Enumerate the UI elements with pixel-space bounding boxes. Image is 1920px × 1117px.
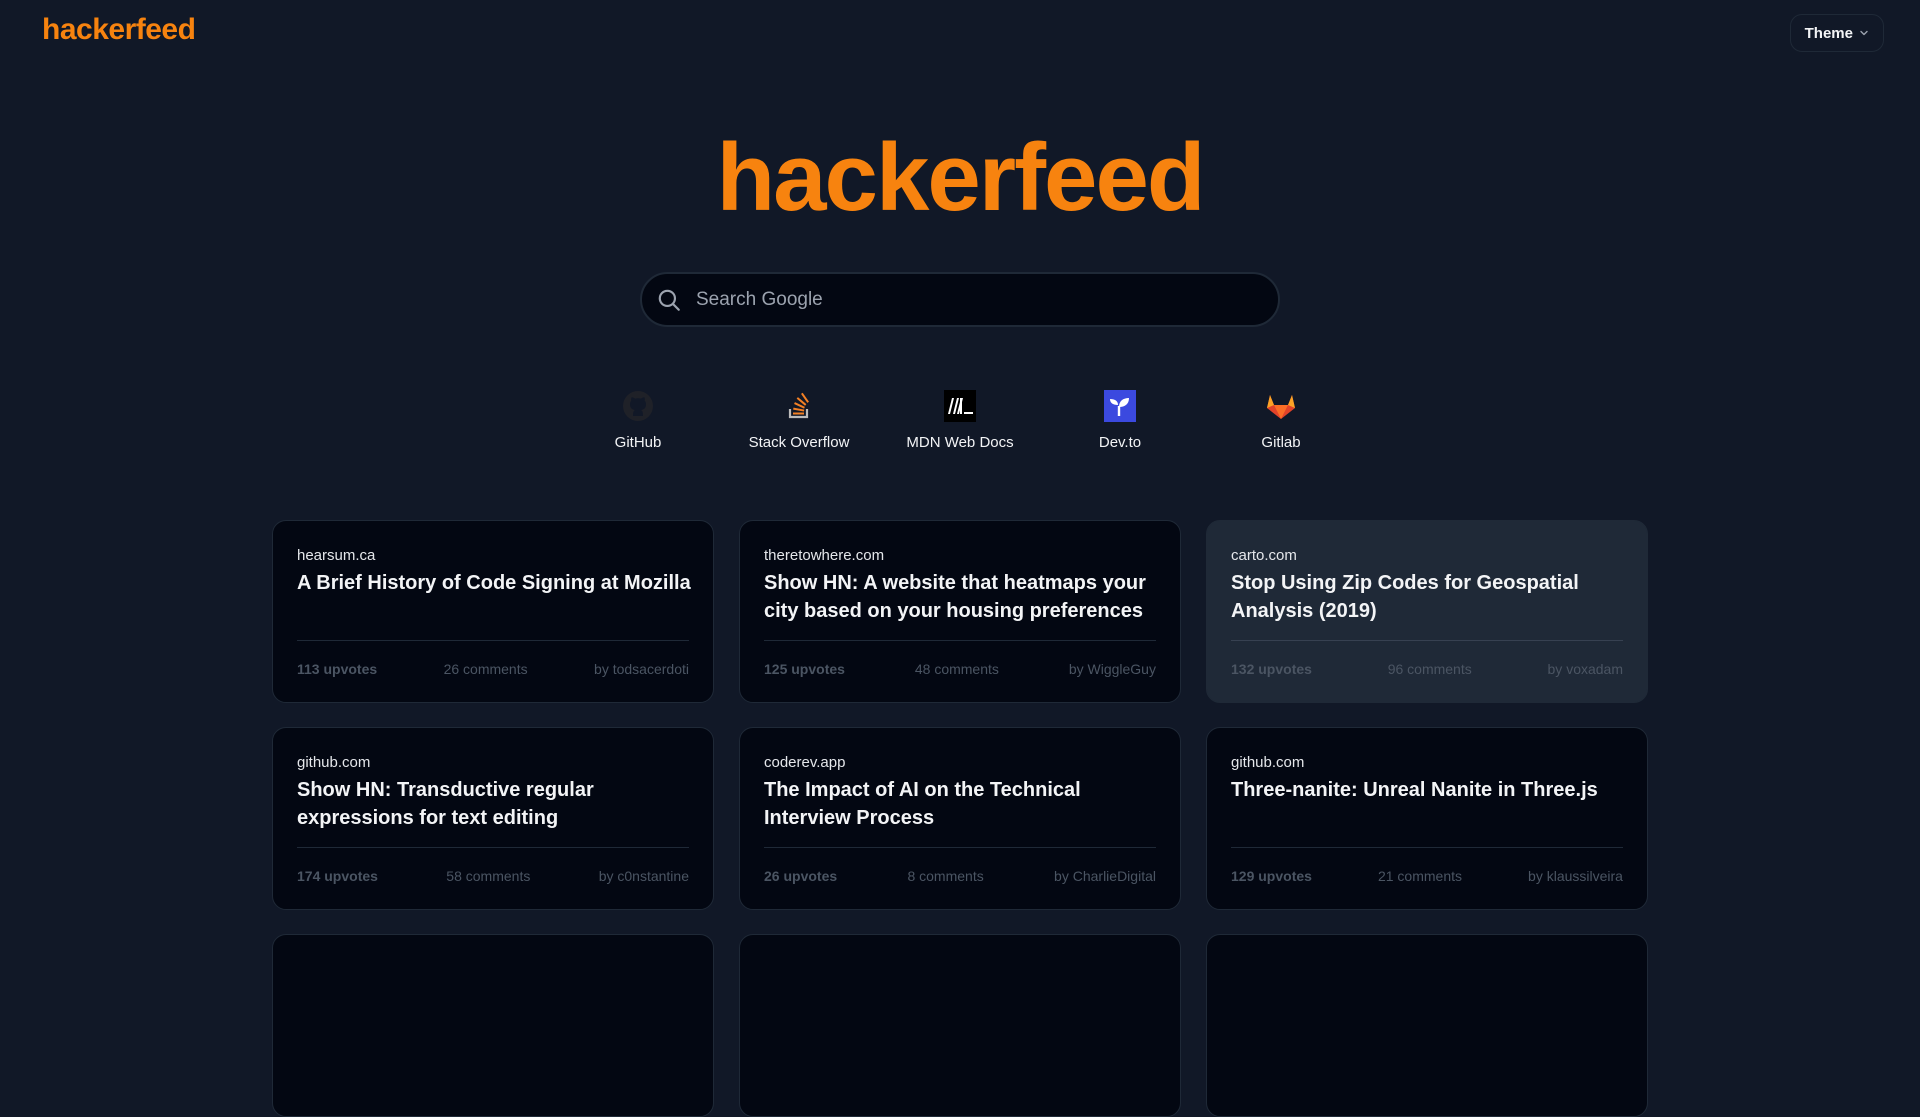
story-upvotes: 26 upvotes [764, 868, 838, 884]
shortcut-label: GitHub [614, 434, 662, 451]
card-divider [764, 640, 1156, 641]
story-meta: 174 upvotes 58 comments by c0nstantine [297, 868, 689, 884]
card-divider [764, 847, 1156, 848]
story-author: by klaussilveira [1528, 868, 1623, 884]
stackoverflow-icon [788, 392, 809, 419]
story-meta: 113 upvotes 26 comments by todsacerdoti [297, 661, 689, 677]
story-meta: 129 upvotes 21 comments by klaussilveira [1231, 868, 1623, 884]
story-card[interactable]: github.com Three-nanite: Unreal Nanite i… [1206, 727, 1648, 910]
story-card[interactable]: coderev.app The Impact of AI on the Tech… [739, 727, 1181, 910]
shortcut-links: GitHub Stack Overflow MDN Web Docs Dev.t… [0, 390, 1920, 460]
shortcut-gitlab[interactable]: Gitlab [1211, 390, 1351, 451]
card-divider [297, 640, 689, 641]
gitlab-icon [1267, 395, 1295, 419]
story-upvotes: 113 upvotes [297, 661, 378, 677]
hero-title: hackerfeed [716, 124, 1206, 231]
shortcut-label: Gitlab [1261, 434, 1301, 451]
story-comments[interactable]: 96 comments [1388, 661, 1472, 677]
github-icon [623, 391, 653, 421]
story-author: by WiggleGuy [1068, 661, 1156, 677]
mdn-icon [944, 390, 976, 422]
story-title[interactable]: A Brief History of Code Signing at Mozil… [297, 569, 691, 597]
story-comments[interactable]: 21 comments [1378, 868, 1462, 884]
search-input[interactable] [694, 273, 1278, 326]
card-divider [1231, 640, 1623, 641]
story-card-partial[interactable] [1206, 934, 1648, 1117]
theme-dropdown-button[interactable]: Theme [1789, 14, 1884, 52]
story-domain: theretowhere.com [764, 547, 885, 564]
story-upvotes: 129 upvotes [1231, 868, 1312, 884]
story-title[interactable]: Three-nanite: Unreal Nanite in Three.js [1231, 776, 1625, 804]
card-divider [297, 847, 689, 848]
story-title[interactable]: Show HN: A website that heatmaps your ci… [764, 569, 1158, 625]
theme-label: Theme [1804, 24, 1853, 42]
brand-logo-link[interactable]: hackerfeed [42, 13, 196, 47]
story-title[interactable]: Stop Using Zip Codes for Geospatial Anal… [1231, 569, 1625, 625]
devto-icon [1104, 390, 1136, 422]
shortcut-mdn[interactable]: MDN Web Docs [890, 390, 1030, 451]
story-comments[interactable]: 8 comments [907, 868, 983, 884]
navbar: hackerfeed Theme [0, 0, 1920, 64]
story-comments[interactable]: 26 comments [444, 661, 528, 677]
shortcut-label: Stack Overflow [748, 434, 850, 451]
story-author: by CharlieDigital [1054, 868, 1156, 884]
story-title[interactable]: The Impact of AI on the Technical Interv… [764, 776, 1158, 832]
story-domain: carto.com [1231, 547, 1297, 564]
story-title[interactable]: Show HN: Transductive regular expression… [297, 776, 691, 832]
chevron-down-icon [1860, 30, 1868, 36]
story-domain: hearsum.ca [297, 547, 376, 564]
story-card[interactable]: theretowhere.com Show HN: A website that… [739, 520, 1181, 703]
shortcut-label: MDN Web Docs [906, 434, 1014, 451]
story-comments[interactable]: 58 comments [446, 868, 530, 884]
story-domain: github.com [297, 754, 371, 771]
story-card[interactable]: carto.com Stop Using Zip Codes for Geosp… [1206, 520, 1648, 703]
search-icon [658, 289, 680, 311]
story-card-partial[interactable] [272, 934, 714, 1117]
story-meta: 125 upvotes 48 comments by WiggleGuy [764, 661, 1156, 677]
story-card[interactable]: github.com Show HN: Transductive regular… [272, 727, 714, 910]
story-card-partial[interactable] [739, 934, 1181, 1117]
story-author: by voxadam [1547, 661, 1623, 677]
story-upvotes: 132 upvotes [1231, 661, 1312, 677]
story-upvotes: 174 upvotes [297, 868, 378, 884]
card-divider [1231, 847, 1623, 848]
shortcut-label: Dev.to [1098, 434, 1142, 451]
story-meta: 132 upvotes 96 comments by voxadam [1231, 661, 1623, 677]
story-author: by c0nstantine [598, 868, 689, 884]
story-domain: github.com [1231, 754, 1305, 771]
story-meta: 26 upvotes 8 comments by CharlieDigital [764, 868, 1156, 884]
story-author: by todsacerdoti [594, 661, 689, 677]
shortcut-stackoverflow[interactable]: Stack Overflow [729, 390, 869, 451]
story-domain: coderev.app [764, 754, 846, 771]
story-comments[interactable]: 48 comments [915, 661, 999, 677]
shortcut-devto[interactable]: Dev.to [1050, 390, 1190, 451]
story-card[interactable]: hearsum.ca A Brief History of Code Signi… [272, 520, 714, 703]
shortcut-github[interactable]: GitHub [568, 390, 708, 451]
search-bar[interactable] [640, 272, 1280, 327]
story-upvotes: 125 upvotes [764, 661, 845, 677]
